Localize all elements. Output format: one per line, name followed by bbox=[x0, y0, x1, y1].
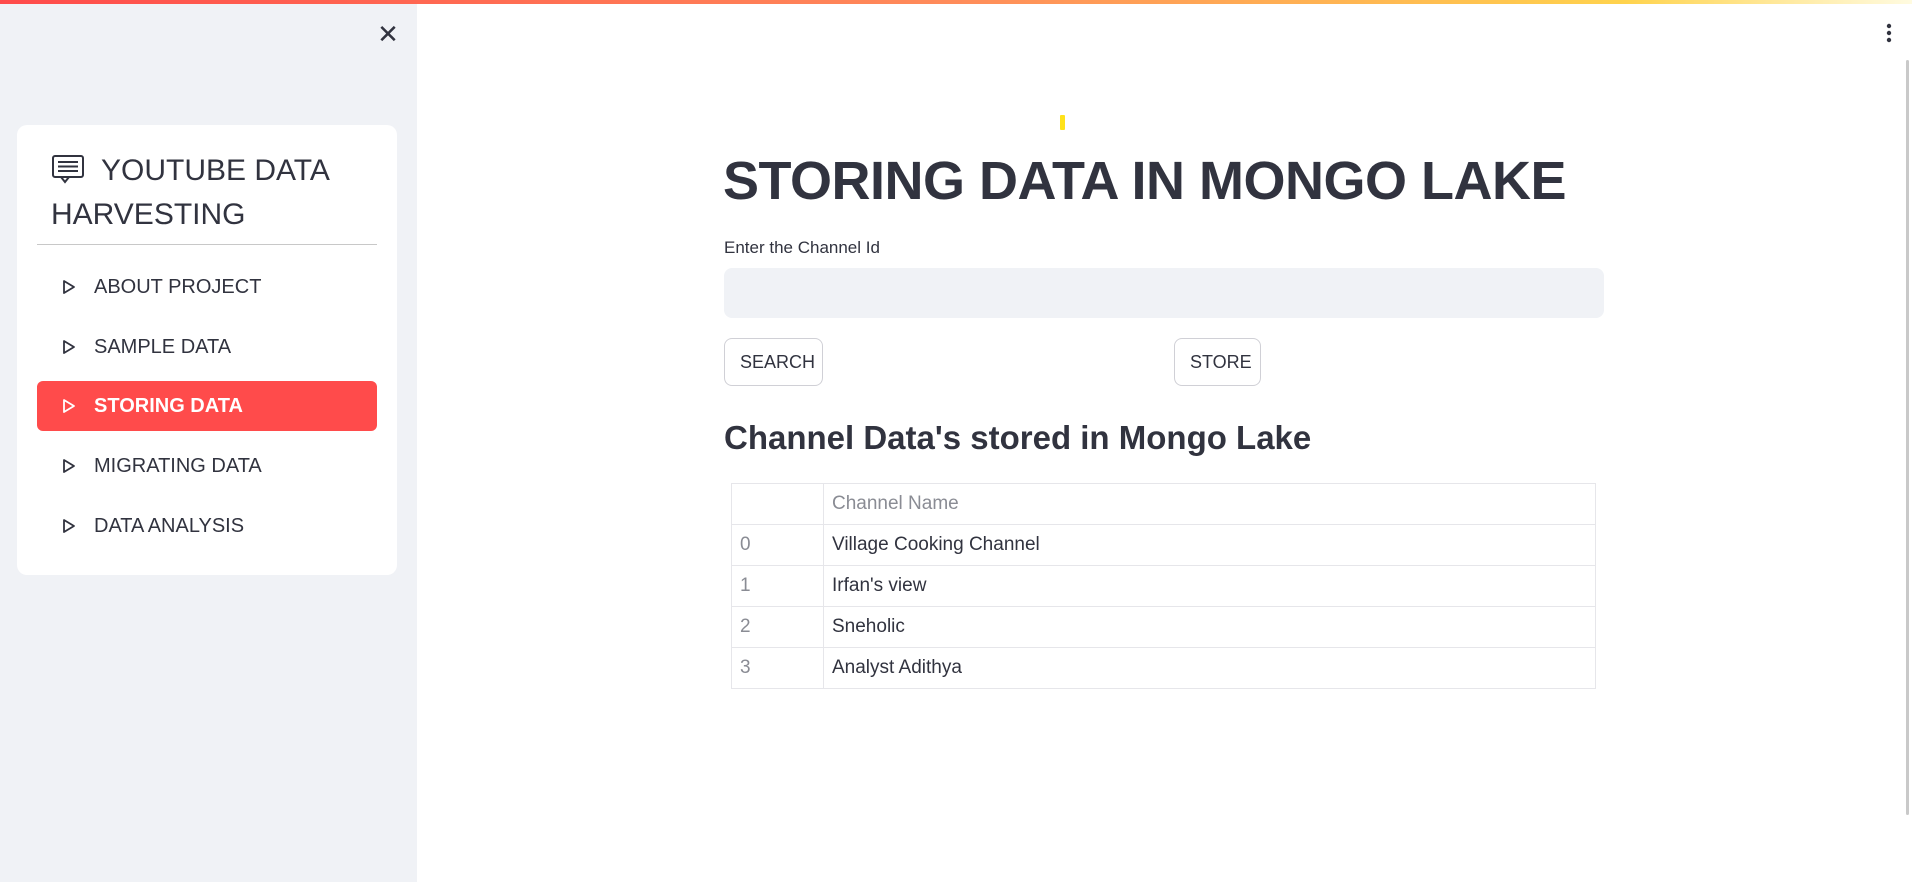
index-column-header bbox=[731, 483, 824, 525]
page-title: STORING DATA IN MONGO LAKE bbox=[723, 151, 1566, 211]
close-icon: ✕ bbox=[377, 20, 399, 50]
sidebar: ✕ YOUTUBE DATA HARVESTING ABOUT PROJECT … bbox=[0, 0, 417, 882]
channel-name-cell: Analyst Adithya bbox=[823, 647, 1596, 689]
menu-title-text: YOUTUBE DATA HARVESTING bbox=[51, 154, 329, 231]
row-index: 0 bbox=[731, 524, 824, 566]
channel-table: Channel Name 0 Village Cooking Channel 1… bbox=[731, 483, 1596, 689]
row-index: 2 bbox=[731, 606, 824, 648]
menu-item-label: ABOUT PROJECT bbox=[94, 275, 262, 298]
more-vertical-icon bbox=[1886, 23, 1892, 43]
menu-item-label: SAMPLE DATA bbox=[94, 335, 232, 358]
channel-name-column-header: Channel Name bbox=[823, 483, 1596, 525]
store-button[interactable]: STORE bbox=[1174, 338, 1261, 386]
close-sidebar-button[interactable]: ✕ bbox=[374, 22, 402, 50]
table-row: 0 Village Cooking Channel bbox=[731, 524, 1596, 566]
menu-divider bbox=[37, 244, 377, 245]
scrollbar[interactable] bbox=[1906, 60, 1909, 815]
menu-item-label: STORING DATA bbox=[94, 394, 243, 417]
table-row: 1 Irfan's view bbox=[731, 565, 1596, 607]
row-index: 3 bbox=[731, 647, 824, 689]
menu-item-sample-data[interactable]: SAMPLE DATA bbox=[37, 322, 377, 372]
list-icon bbox=[52, 155, 84, 184]
channel-id-input[interactable] bbox=[724, 268, 1604, 318]
channel-name-cell: Irfan's view bbox=[823, 565, 1596, 607]
table-row: 2 Sneholic bbox=[731, 606, 1596, 648]
main-menu-button[interactable] bbox=[1881, 20, 1897, 46]
play-triangle-icon bbox=[63, 280, 75, 294]
top-decoration-bar bbox=[0, 0, 1912, 4]
menu-item-data-analysis[interactable]: DATA ANALYSIS bbox=[37, 501, 377, 551]
menu-item-label: MIGRATING DATA bbox=[94, 454, 262, 477]
status-indicator bbox=[1060, 115, 1065, 130]
channel-name-cell: Village Cooking Channel bbox=[823, 524, 1596, 566]
row-index: 1 bbox=[731, 565, 824, 607]
play-triangle-icon bbox=[63, 459, 75, 473]
play-triangle-icon bbox=[63, 340, 75, 354]
search-button[interactable]: SEARCH bbox=[724, 338, 823, 386]
navigation-menu: YOUTUBE DATA HARVESTING ABOUT PROJECT SA… bbox=[17, 125, 397, 575]
menu-title: YOUTUBE DATA HARVESTING bbox=[51, 149, 371, 237]
table-header-row: Channel Name bbox=[731, 483, 1596, 525]
menu-item-storing-data[interactable]: STORING DATA bbox=[37, 381, 377, 431]
channel-name-cell: Sneholic bbox=[823, 606, 1596, 648]
play-triangle-icon bbox=[63, 399, 75, 413]
menu-item-label: DATA ANALYSIS bbox=[94, 514, 245, 537]
table-row: 3 Analyst Adithya bbox=[731, 647, 1596, 689]
menu-item-migrating-data[interactable]: MIGRATING DATA bbox=[37, 441, 377, 491]
section-heading: Channel Data's stored in Mongo Lake bbox=[724, 419, 1312, 456]
channel-id-label: Enter the Channel Id bbox=[724, 238, 880, 257]
menu-item-about-project[interactable]: ABOUT PROJECT bbox=[37, 262, 377, 312]
play-triangle-icon bbox=[63, 519, 75, 533]
